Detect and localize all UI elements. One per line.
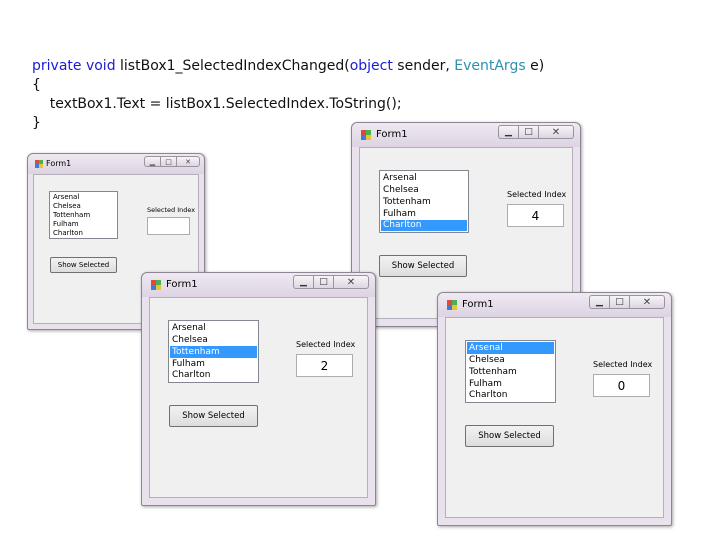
list-item[interactable]: Arsenal — [381, 172, 467, 184]
selected-index-textbox[interactable]: 4 — [507, 204, 564, 227]
app-icon — [35, 160, 43, 168]
show-selected-button[interactable]: Show Selected — [50, 257, 117, 273]
list-item[interactable]: Arsenal — [170, 322, 257, 334]
team-listbox[interactable]: Arsenal Chelsea Tottenham Fulham Charlto… — [379, 170, 469, 233]
selected-index-label: Selected Index — [507, 190, 567, 199]
list-item[interactable]: Tottenham — [381, 196, 467, 208]
selected-index-textbox[interactable] — [147, 217, 190, 235]
minimize-icon[interactable]: ▁ — [498, 125, 518, 139]
form-client-area: Arsenal Chelsea Tottenham Fulham Charlto… — [445, 317, 664, 518]
list-item[interactable]: Chelsea — [381, 184, 467, 196]
app-icon — [361, 130, 371, 140]
window-title: Form1 — [462, 299, 494, 310]
selected-index-label: Selected Index — [593, 360, 653, 369]
list-item[interactable]: Chelsea — [170, 334, 257, 346]
list-item[interactable]: Chelsea — [467, 354, 554, 366]
code-keyword: private void — [32, 58, 116, 74]
team-listbox[interactable]: Arsenal Chelsea Tottenham Fulham Charlto… — [465, 340, 556, 403]
minimize-icon[interactable]: ▁ — [293, 275, 313, 289]
list-item[interactable]: Fulham — [381, 208, 467, 220]
minimize-icon[interactable]: ▁ — [589, 295, 609, 309]
title-bar[interactable]: Form1 ▁ □ ✕ — [28, 154, 204, 174]
close-icon[interactable]: ✕ — [333, 275, 369, 289]
list-item[interactable]: Fulham — [170, 358, 257, 370]
list-item[interactable]: Tottenham — [51, 211, 116, 220]
show-selected-button[interactable]: Show Selected — [169, 405, 258, 427]
list-item-selected[interactable]: Tottenham — [170, 346, 257, 358]
close-icon[interactable]: ✕ — [176, 156, 200, 167]
list-item[interactable]: Charlton — [467, 390, 554, 401]
maximize-icon[interactable]: □ — [518, 125, 538, 139]
app-icon — [151, 280, 161, 290]
selected-index-textbox[interactable]: 2 — [296, 354, 353, 377]
selected-index-label: Selected Index — [296, 340, 356, 349]
title-bar[interactable]: Form1 ▁ □ ✕ — [352, 123, 580, 147]
maximize-icon[interactable]: □ — [160, 156, 176, 167]
selected-index-label: Selected Index — [147, 206, 196, 214]
list-item[interactable]: Arsenal — [51, 193, 116, 202]
selected-index-textbox[interactable]: 0 — [593, 374, 650, 397]
title-bar[interactable]: Form1 ▁ □ ✕ — [142, 273, 375, 297]
code-type: EventArgs — [454, 58, 526, 74]
list-item[interactable]: Charlton — [170, 370, 257, 381]
title-bar[interactable]: Form1 ▁ □ ✕ — [438, 293, 671, 317]
window-title: Form1 — [166, 279, 198, 290]
maximize-icon[interactable]: □ — [313, 275, 333, 289]
code-method-name: listBox1_SelectedIndexChanged( — [115, 58, 350, 74]
form1-window-index-0: Form1 ▁ □ ✕ Arsenal Chelsea Tottenham Fu… — [437, 292, 672, 526]
app-icon — [447, 300, 457, 310]
list-item-selected[interactable]: Arsenal — [467, 342, 554, 354]
maximize-icon[interactable]: □ — [609, 295, 629, 309]
close-icon[interactable]: ✕ — [538, 125, 574, 139]
form-client-area: Arsenal Chelsea Tottenham Fulham Charlto… — [149, 297, 368, 498]
close-icon[interactable]: ✕ — [629, 295, 665, 309]
list-item-selected[interactable]: Charlton — [381, 220, 467, 231]
list-item[interactable]: Charlton — [51, 229, 116, 237]
team-listbox[interactable]: Arsenal Chelsea Tottenham Fulham Charlto… — [49, 191, 118, 239]
code-line-1: private void listBox1_SelectedIndexChang… — [32, 57, 544, 76]
code-param: sender, — [392, 58, 455, 74]
code-keyword: object — [349, 58, 393, 74]
list-item[interactable]: Fulham — [467, 378, 554, 390]
show-selected-button[interactable]: Show Selected — [379, 255, 467, 277]
list-item[interactable]: Tottenham — [467, 366, 554, 378]
team-listbox[interactable]: Arsenal Chelsea Tottenham Fulham Charlto… — [168, 320, 259, 383]
window-title: Form1 — [376, 129, 408, 140]
window-title: Form1 — [46, 159, 72, 168]
code-line-2: { — [32, 77, 41, 93]
list-item[interactable]: Fulham — [51, 220, 116, 229]
form1-window-index-2: Form1 ▁ □ ✕ Arsenal Chelsea Tottenham Fu… — [141, 272, 376, 506]
show-selected-button[interactable]: Show Selected — [465, 425, 554, 447]
code-line-3: textBox1.Text = listBox1.SelectedIndex.T… — [32, 96, 402, 112]
minimize-icon[interactable]: ▁ — [144, 156, 160, 167]
code-param: e) — [525, 58, 545, 74]
list-item[interactable]: Chelsea — [51, 202, 116, 211]
